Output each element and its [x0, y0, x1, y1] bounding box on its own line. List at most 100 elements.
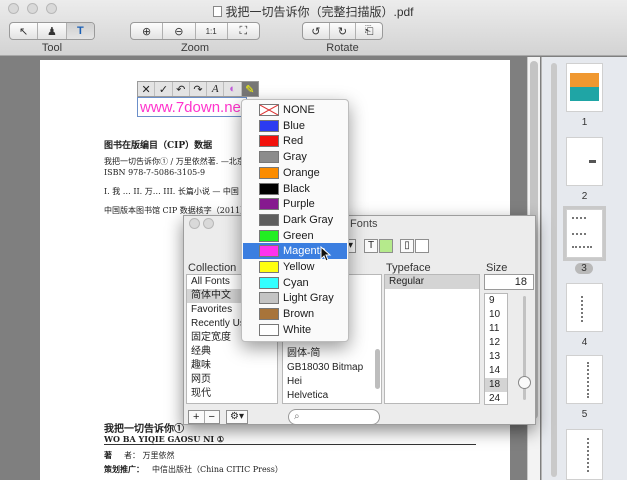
color-menu-item[interactable]: Brown — [243, 306, 347, 322]
tool-segmented-control: ↖ ♟ T — [9, 22, 95, 40]
color-menu-item[interactable]: Red — [243, 133, 347, 149]
color-swatch — [259, 276, 279, 289]
rotate-left-icon: ↺ — [311, 25, 321, 38]
author-value: 者： 万里依然 — [124, 451, 175, 460]
collection-item[interactable]: 现代 — [187, 387, 277, 401]
window-title-text: 我把一切告诉你（完整扫描版）.pdf — [225, 5, 414, 19]
family-item[interactable]: 圆体-简 — [283, 347, 381, 361]
text-t-icon: T — [367, 240, 375, 251]
color-menu-item[interactable]: NONE — [243, 102, 347, 118]
family-scroll-thumb[interactable] — [375, 349, 380, 389]
color-menu-item[interactable]: Blue — [243, 118, 347, 134]
size-item[interactable]: 24 — [485, 392, 507, 404]
redo-button[interactable]: ↷ — [190, 82, 208, 96]
page-number: 5 — [581, 409, 588, 420]
page-thumbnail-5[interactable] — [566, 355, 603, 404]
color-menu-item[interactable]: Cyan — [243, 275, 347, 291]
color-menu-item[interactable]: Orange — [243, 165, 347, 181]
size-item[interactable]: 10 — [485, 308, 507, 322]
text-color-swatch[interactable] — [379, 239, 393, 253]
text-tool-button[interactable]: T — [66, 23, 94, 39]
size-header: Size — [486, 262, 508, 274]
select-arrow-button[interactable]: ↖ — [10, 23, 39, 39]
size-item[interactable]: 13 — [485, 350, 507, 364]
window-toolbar: 我把一切告诉你（完整扫描版）.pdf ↖ ♟ T Tool ⊕ ⊖ 1:1 ⛶ … — [0, 0, 627, 56]
remove-collection-button[interactable]: − — [205, 411, 220, 423]
rotate-left-button[interactable]: ↺ — [303, 23, 330, 39]
stamp-tool-button[interactable]: ♟ — [38, 23, 67, 39]
size-item[interactable]: 9 — [485, 294, 507, 308]
gear-menu-button[interactable]: ⚙▾ — [226, 410, 248, 424]
collection-item[interactable]: 网页 — [187, 373, 277, 387]
color-menu-item[interactable]: Gray — [243, 149, 347, 165]
text-t-icon: T — [76, 25, 84, 37]
confirm-annotation-button[interactable]: ✓ — [155, 82, 173, 96]
text-annotation-box[interactable]: www.7down.ne — [137, 97, 247, 117]
page-thumbnail-6[interactable] — [566, 429, 603, 480]
size-item[interactable]: 18 — [485, 378, 507, 392]
collection-item[interactable]: 趣味 — [187, 359, 277, 373]
family-item[interactable]: Helvetica — [283, 389, 381, 403]
color-menu-label: Purple — [283, 198, 315, 211]
author-label: 著 — [104, 450, 112, 460]
rotate-segmented-control: ↺ ↻ ⎗ — [302, 22, 383, 40]
thumbnail-art — [570, 73, 599, 87]
color-button[interactable]: ◐ — [224, 82, 242, 96]
font-button[interactable]: A — [207, 82, 225, 96]
fonts-minimize-button[interactable] — [203, 218, 214, 229]
collection-item[interactable]: 经典 — [187, 345, 277, 359]
sidebar-scroll-thumb[interactable] — [551, 63, 557, 477]
collection-header: Collection — [188, 262, 237, 274]
stamp-icon: ♟ — [47, 25, 57, 38]
rotate-right-button[interactable]: ↻ — [330, 23, 357, 39]
size-item[interactable]: 11 — [485, 322, 507, 336]
document-color-button[interactable]: ▯ — [400, 239, 414, 253]
undo-button[interactable]: ↶ — [173, 82, 190, 96]
actual-size-button[interactable]: 1:1 — [196, 23, 228, 39]
size-item[interactable]: 14 — [485, 364, 507, 378]
color-menu-item[interactable]: Green — [243, 228, 347, 244]
typeface-item[interactable]: Regular — [385, 275, 479, 289]
page-thumbnail-4[interactable] — [566, 283, 603, 332]
thumbnail-mark — [581, 296, 589, 322]
color-menu-item[interactable]: Light Gray — [243, 290, 347, 306]
add-collection-button[interactable]: + — [189, 411, 205, 423]
fonts-close-button[interactable] — [189, 218, 200, 229]
redo-icon: ↷ — [193, 83, 203, 96]
delete-annotation-button[interactable]: ✕ — [138, 82, 156, 96]
size-list[interactable]: 9 10 11 12 13 14 18 24 — [484, 293, 508, 405]
window-title: 我把一切告诉你（完整扫描版）.pdf — [0, 3, 627, 20]
size-item[interactable]: 12 — [485, 336, 507, 350]
document-color-swatch[interactable] — [415, 239, 429, 253]
page-thumbnail-1[interactable] — [566, 63, 603, 112]
color-menu: NONE Blue Red Gray Orange Black Purple Dark Gra… — [241, 99, 349, 342]
print-button[interactable]: ⎗ — [356, 23, 382, 39]
color-menu-item[interactable]: Black — [243, 181, 347, 197]
font-a-icon: A — [211, 83, 219, 95]
text-annotation-content[interactable]: www.7down.ne — [140, 99, 241, 116]
page-thumbnail-3[interactable] — [563, 206, 606, 261]
fit-page-button[interactable]: ⛶ — [228, 23, 259, 39]
family-item[interactable]: GB18030 Bitmap — [283, 361, 381, 375]
mouse-pointer-icon — [320, 246, 332, 262]
size-slider-knob[interactable] — [518, 376, 531, 389]
family-item[interactable]: Hei — [283, 375, 381, 389]
size-input[interactable]: 18 — [484, 274, 534, 290]
fit-page-icon: ⛶ — [239, 24, 248, 37]
pen-button[interactable]: ✎ — [241, 82, 258, 96]
page-thumbnail-2[interactable] — [566, 137, 603, 186]
color-menu-label: Yellow — [283, 261, 315, 273]
color-menu-item[interactable]: Dark Gray — [243, 212, 347, 228]
annotation-toolbar: ✕ ✓ ↶ ↷ A ◐ ✎ — [137, 81, 259, 97]
font-search-field[interactable]: ⌕ — [288, 409, 380, 425]
typeface-list[interactable]: Regular — [384, 274, 480, 404]
color-swatch — [259, 261, 279, 273]
text-color-button[interactable]: T — [364, 239, 378, 253]
zoom-in-icon: ⊕ — [142, 25, 152, 38]
zoom-out-button[interactable]: ⊖ — [163, 23, 196, 39]
color-menu-item[interactable]: White — [243, 322, 347, 338]
zoom-in-button[interactable]: ⊕ — [131, 23, 164, 39]
color-menu-label: Gray — [283, 151, 307, 164]
color-menu-item[interactable]: Purple — [243, 196, 347, 212]
tool-group-label: Tool — [41, 42, 63, 54]
